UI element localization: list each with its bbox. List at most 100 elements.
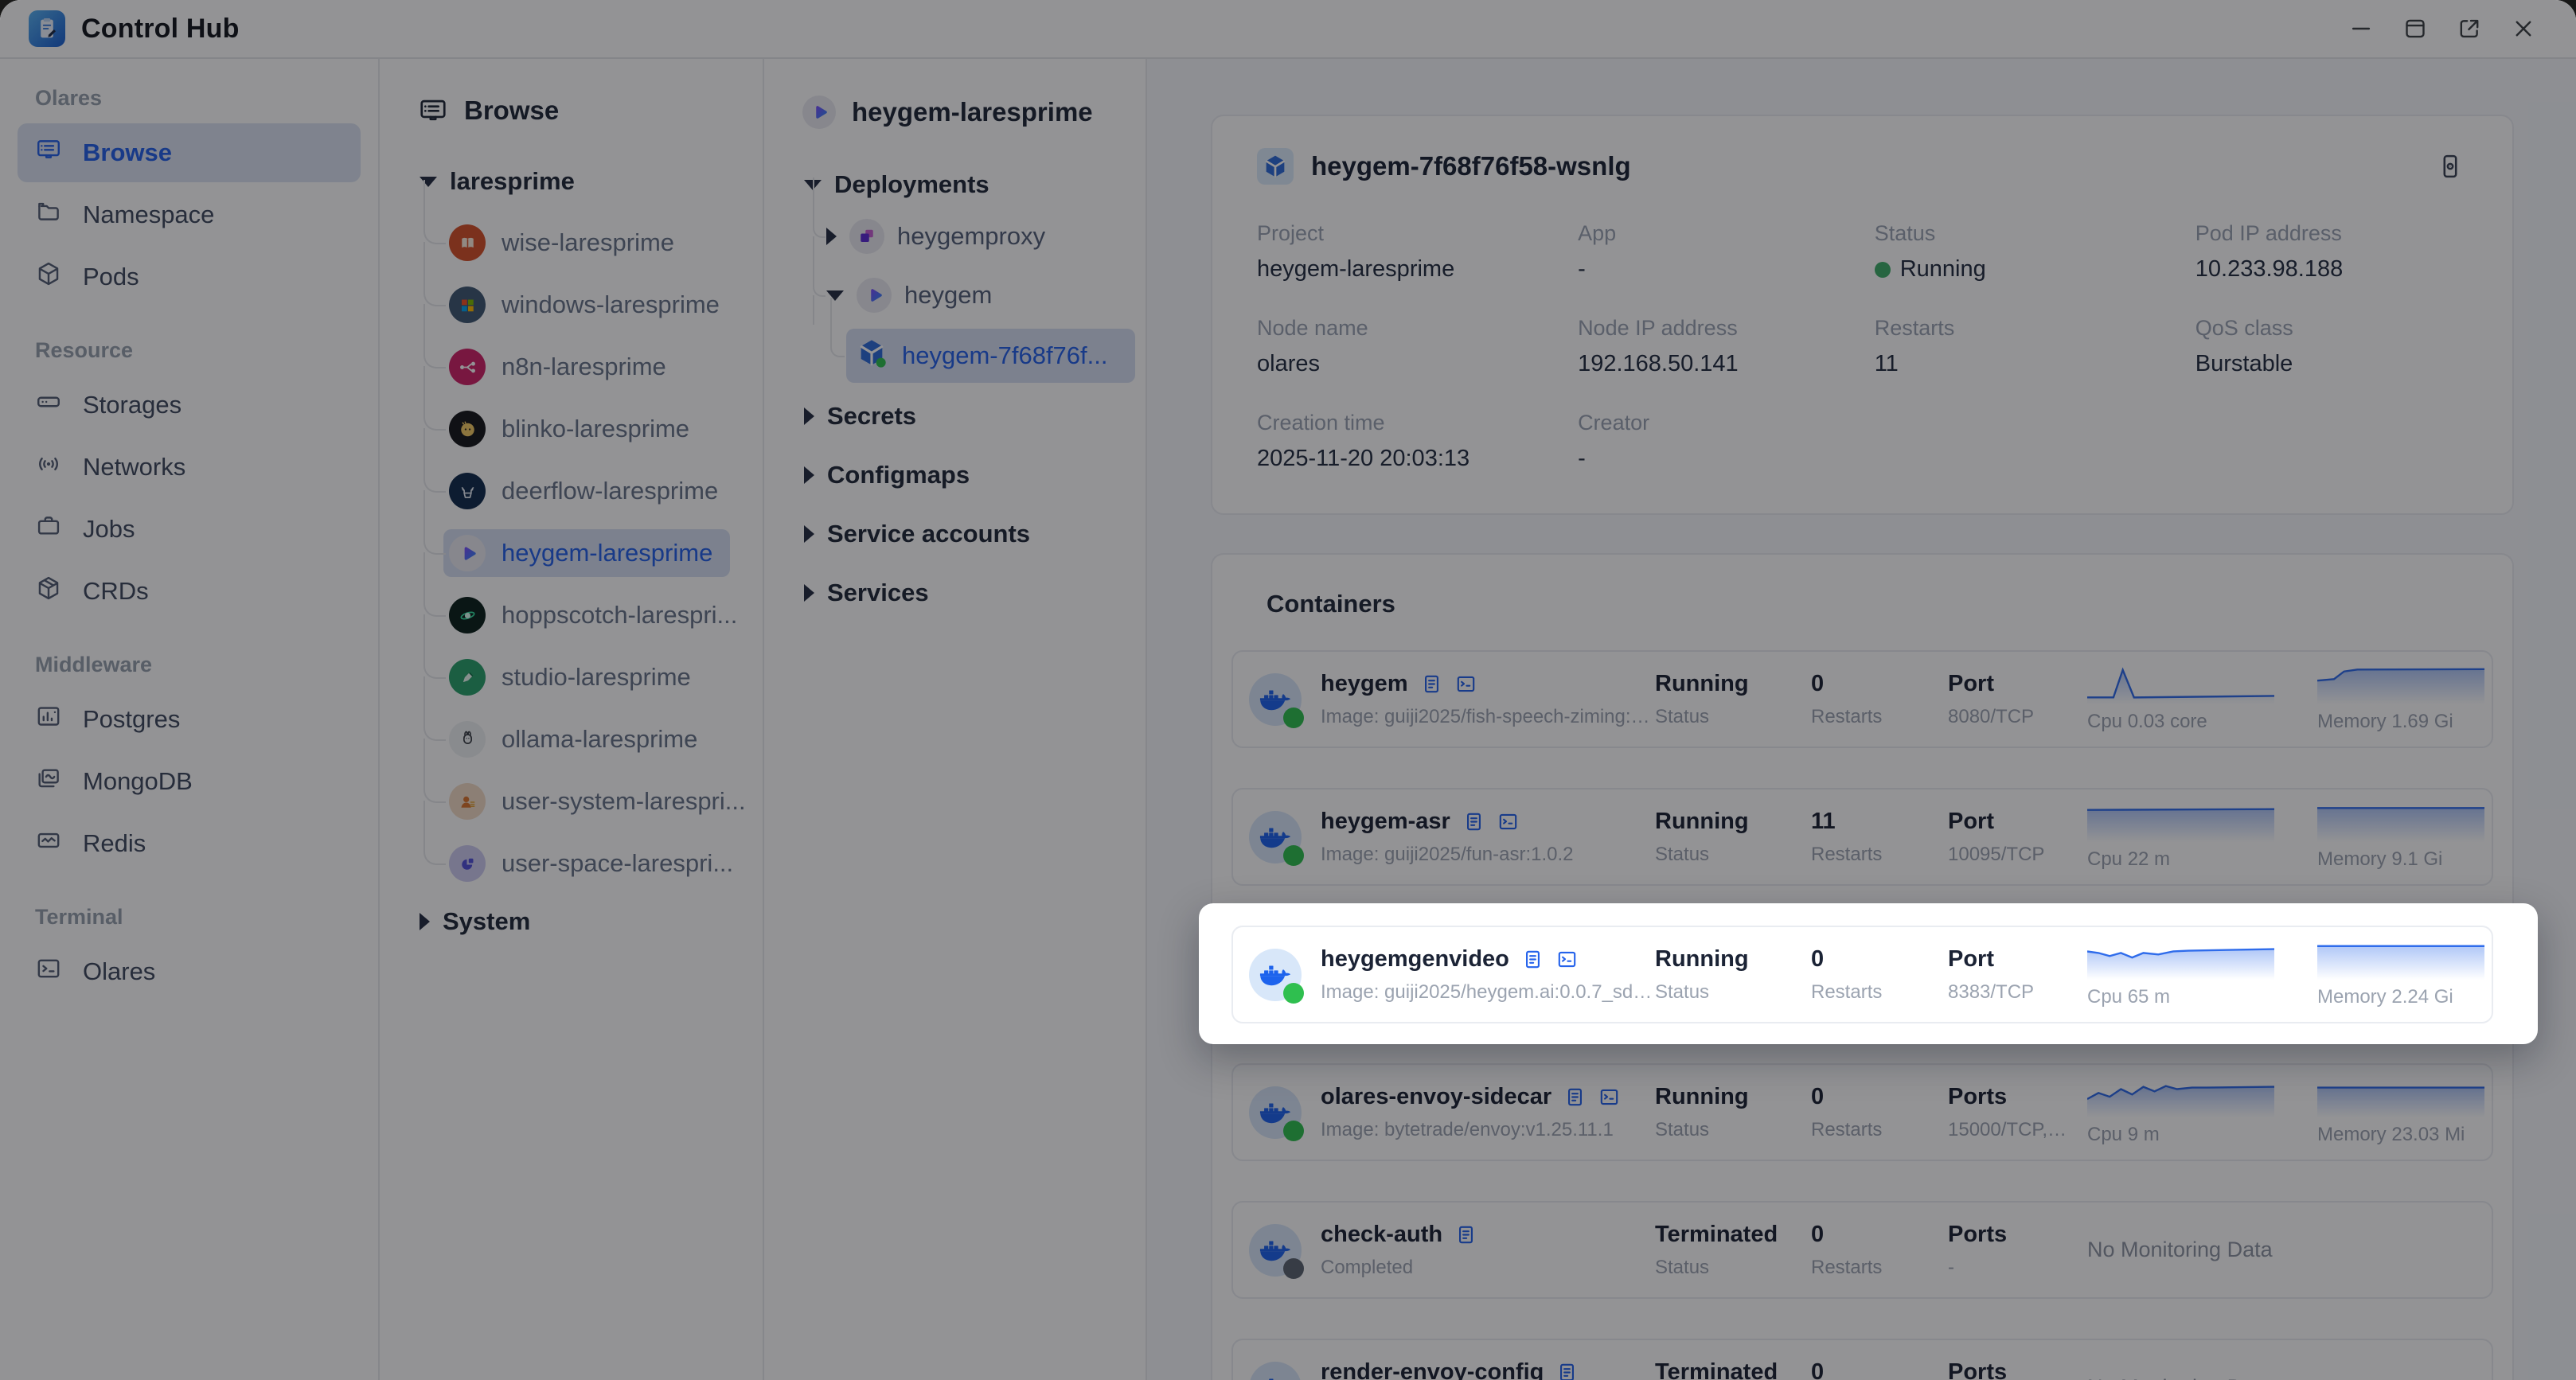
sidebar-item-pods[interactable]: Pods: [18, 248, 361, 306]
mongodb-icon: [35, 765, 62, 798]
main-panel: heygem-7f68f76f58-wsnlg Project heygem-l…: [1147, 59, 2576, 1380]
deerflow-app-icon: [449, 473, 486, 509]
resource-groups: Secrets Configmaps Service accounts Serv…: [764, 387, 1146, 622]
postgres-icon: [35, 703, 62, 736]
terminal-icon: [35, 955, 62, 988]
docker-icon: [1249, 810, 1304, 866]
ollama-app-icon: [449, 721, 486, 758]
docker-icon: [1249, 1086, 1304, 1141]
container-terminal-icon[interactable]: [1455, 673, 1477, 695]
container-terminal-icon[interactable]: [1598, 1086, 1620, 1108]
browse-column: Browse laresprime wise-laresprime window…: [380, 59, 764, 1380]
container-logs-icon[interactable]: [1455, 1224, 1477, 1246]
networks-icon: [35, 450, 62, 484]
close-button[interactable]: [2506, 11, 2541, 46]
cpu-chart: Cpu 65 m: [2087, 941, 2317, 1008]
container-restarts: 0 Restarts: [1811, 1221, 1883, 1278]
sparkline-chart: [2087, 666, 2274, 704]
sidebar-section-label: Olares: [35, 86, 103, 110]
namespace-title: heygem-laresprime: [852, 97, 1093, 127]
container-name: check-auth: [1321, 1221, 1443, 1247]
pod-name: heygem-7f68f76f58-wsnlg: [1311, 151, 1631, 181]
memory-chart: Memory 9.1 Gi: [2317, 804, 2484, 871]
container-image: Image: guiji2025/fun-asr:1.0.2: [1321, 843, 1574, 865]
container-terminal-icon[interactable]: [1497, 811, 1519, 832]
container-logs-icon[interactable]: [1556, 1362, 1578, 1380]
maximize-button[interactable]: [2398, 11, 2433, 46]
container-logs-icon[interactable]: [1522, 949, 1544, 970]
namespace-header: heygem-laresprime: [764, 59, 1146, 129]
browse-column-title: Browse: [464, 96, 560, 125]
pod-field-creator: Creator -: [1578, 411, 1650, 471]
user-system-app-icon: [449, 783, 486, 820]
sidebar-item-browse[interactable]: Browse: [18, 123, 361, 182]
container-row-heygemgenvideo[interactable]: heygemgenvideo Image: guiji2025/heygem.a…: [1231, 926, 2493, 1023]
container-row-heygem[interactable]: heygem Image: guiji2025/fish-speech-zimi…: [1231, 650, 2493, 748]
container-status: Terminated Status: [1655, 1359, 1778, 1380]
container-ports: Ports -: [1948, 1359, 2008, 1380]
tree-root-service-accounts[interactable]: Service accounts: [764, 505, 1146, 563]
tree-root-secrets[interactable]: Secrets: [764, 387, 1146, 446]
namespace-item-user-space[interactable]: user-space-larespri...: [380, 801, 763, 895]
minimize-button[interactable]: [2344, 11, 2379, 46]
sidebar: Olares Browse Namespace Pods Resource St…: [0, 59, 380, 1380]
container-logs-icon[interactable]: [1421, 673, 1442, 695]
container-status: Running Status: [1655, 1083, 1749, 1140]
container-row-olares-envoy-sidecar[interactable]: olares-envoy-sidecar Image: bytetrade/en…: [1231, 1063, 2493, 1161]
sidebar-section-label: Middleware: [35, 653, 153, 676]
chevron-right-icon[interactable]: [804, 407, 814, 425]
sidebar-section-label: Resource: [35, 338, 134, 362]
sidebar-item-networks[interactable]: Networks: [18, 438, 361, 497]
tree-root-system[interactable]: System: [380, 899, 763, 944]
container-status-dot: [1283, 844, 1304, 866]
windows-app-icon: [449, 287, 486, 323]
memory-chart: Memory 23.03 Mi: [2317, 1079, 2484, 1146]
sparkline-chart: [2087, 1079, 2274, 1117]
sidebar-item-postgres[interactable]: Postgres: [18, 690, 361, 749]
sidebar-item-mongodb[interactable]: MongoDB: [18, 752, 361, 811]
container-restarts: 0 Restarts: [1811, 945, 1883, 1003]
pod-field-creation-time: Creation time 2025-11-20 20:03:13: [1257, 411, 1470, 471]
sidebar-item-redis[interactable]: Redis: [18, 814, 361, 873]
container-image: Completed: [1321, 1256, 1414, 1278]
chevron-right-icon[interactable]: [420, 913, 430, 930]
pod-field-restarts: Restarts 11: [1874, 316, 1955, 376]
chevron-right-icon[interactable]: [804, 525, 814, 543]
n8n-app-icon: [449, 349, 486, 385]
pod-monitor-icon[interactable]: [2433, 149, 2468, 184]
container-row-render-envoy-config[interactable]: render-envoy-config Completed Terminated…: [1231, 1339, 2493, 1380]
container-image: Image: bytetrade/envoy:v1.25.11.1: [1321, 1118, 1614, 1140]
pod-tree-item[interactable]: heygem-7f68f76f...: [764, 298, 1146, 387]
chevron-right-icon[interactable]: [826, 228, 837, 245]
sidebar-item-storages[interactable]: Storages: [18, 376, 361, 435]
chevron-right-icon[interactable]: [804, 466, 814, 484]
sidebar-item-crds[interactable]: CRDs: [18, 562, 361, 621]
container-terminal-icon[interactable]: [1556, 949, 1578, 970]
no-monitoring-data: No Monitoring Data: [2087, 1375, 2461, 1380]
tree-root-configmaps[interactable]: Configmaps: [764, 446, 1146, 505]
docker-icon: [1249, 1223, 1304, 1279]
container-ports: Port 8383/TCP: [1948, 945, 2035, 1003]
container-status-dot: [1283, 982, 1304, 1004]
container-ports: Ports -: [1948, 1221, 2008, 1278]
chevron-right-icon[interactable]: [804, 584, 814, 602]
container-row-heygem-asr[interactable]: heygem-asr Image: guiji2025/fun-asr:1.0.…: [1231, 788, 2493, 886]
browse-icon: [35, 136, 62, 170]
container-logs-icon[interactable]: [1564, 1086, 1586, 1108]
container-row-check-auth[interactable]: check-auth Completed Terminated Status 0…: [1231, 1201, 2493, 1299]
tree-root-services[interactable]: Services: [764, 563, 1146, 622]
no-monitoring-data: No Monitoring Data: [2087, 1238, 2273, 1261]
sidebar-item-olares[interactable]: Olares: [18, 942, 361, 1001]
sidebar-item-jobs[interactable]: Jobs: [18, 500, 361, 559]
container-logs-icon[interactable]: [1463, 811, 1485, 832]
sidebar-item-namespace[interactable]: Namespace: [18, 185, 361, 244]
container-status: Running Status: [1655, 945, 1749, 1003]
titlebar: Control Hub: [0, 0, 2576, 59]
pod-detail-card: heygem-7f68f76f58-wsnlg Project heygem-l…: [1211, 115, 2514, 515]
docker-icon: [1249, 672, 1304, 728]
popout-button[interactable]: [2452, 11, 2487, 46]
deployment-item-heygem[interactable]: heygem: [764, 236, 1146, 325]
browse-icon: [420, 99, 446, 121]
memory-chart: Memory 1.69 Gi: [2317, 666, 2484, 733]
heygem-app-icon: [802, 96, 836, 129]
